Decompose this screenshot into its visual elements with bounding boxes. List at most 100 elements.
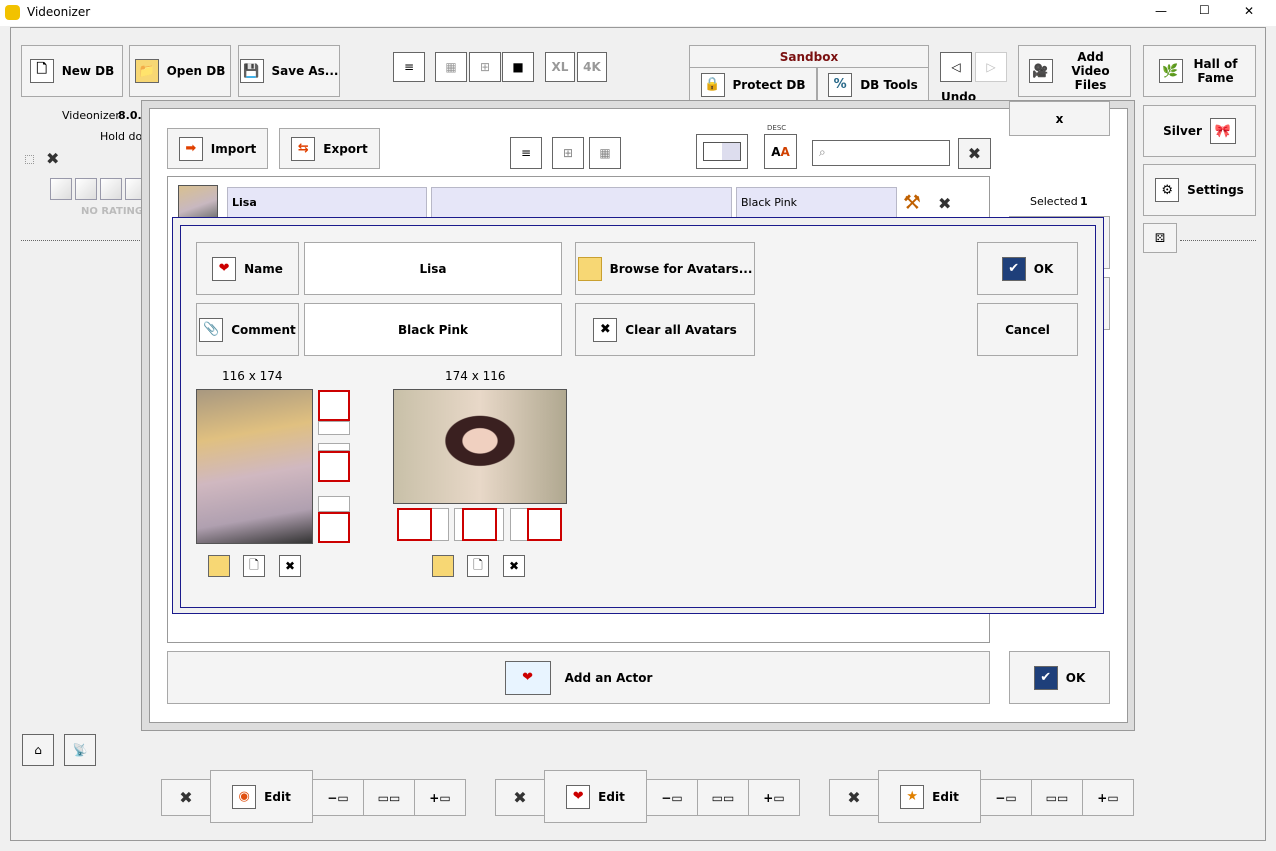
edit-button[interactable]: ★ Edit [878,770,981,823]
protect-db-button[interactable]: 🔒 Protect DB [689,67,817,102]
open-db-button[interactable]: 📁 Open DB [129,45,231,97]
search-input[interactable]: ⌕ [812,140,950,166]
clear-icon[interactable]: ✖ [46,149,59,168]
export-arrow-icon: ⇆ [291,136,316,161]
cancel-button[interactable]: Cancel [977,303,1078,356]
minimize-button[interactable]: — [1155,4,1167,18]
clear-button[interactable]: ✖ [829,779,879,816]
browse-avatars-button[interactable]: Browse for Avatars... [575,242,755,295]
silver-button[interactable]: Silver 🎀 [1143,105,1256,157]
category-icon: ◉ [232,784,257,809]
new-file-icon: 🗋 [473,557,483,572]
split-toggle-button[interactable] [696,134,748,169]
sort-button[interactable]: AA [764,134,797,169]
folder-icon [577,256,602,281]
clear-avatars-button[interactable]: ✖ Clear all Avatars [575,303,755,356]
avatar-slot[interactable] [462,508,497,541]
name-button[interactable]: ❤ Name [196,242,299,295]
new-db-button[interactable]: 🗋 New DB [21,45,123,97]
grid-view-button[interactable]: ⊞ [552,137,584,169]
undo-button[interactable]: ◁ [940,52,972,82]
broadcast-button[interactable]: 📡 [64,734,96,766]
clear-search-button[interactable]: ✖ [958,138,991,169]
view-small-grid-button[interactable]: ▦ [435,52,467,82]
split-icon [703,142,741,161]
new-file-icon: 🗋 [249,557,259,572]
divider [21,240,146,241]
view-grid-button[interactable]: ⊞ [469,52,501,82]
zoom-in-button[interactable]: +▭ [748,779,800,816]
close-icon: ✖ [508,559,520,573]
maximize-button[interactable]: ☐ [1199,3,1210,17]
no-rating-label: NO RATING [81,206,144,217]
avatar-slot[interactable] [397,508,432,541]
close-icon: ✖ [179,788,193,807]
new-avatar-button[interactable]: 🗋 [243,555,265,577]
view-large-button[interactable]: ■ [502,52,534,82]
settings-button[interactable]: ⚙ Settings [1143,164,1256,216]
tag-icon: ★ [900,784,925,809]
load-avatar-button[interactable] [208,555,230,577]
list-view-button[interactable]: ≡ [510,137,542,169]
db-tools-button[interactable]: % DB Tools [817,67,929,102]
load-avatar-button[interactable] [432,555,454,577]
avatar-slot[interactable] [318,390,350,421]
comment-button[interactable]: 📎 Comment [196,303,299,356]
close-icon: ✖ [513,788,527,807]
checkbox[interactable] [25,155,34,164]
toggle-button[interactable]: ▭▭ [363,779,415,816]
remove-avatar-button[interactable]: ✖ [279,555,301,577]
actor-row[interactable]: Lisa Black Pink ⚒ ✖ [168,182,988,218]
close-icon: ✖ [593,317,618,342]
avatar-slot[interactable] [318,451,350,482]
avatar-slot[interactable] [318,512,350,543]
large-grid-view-button[interactable]: ▦ [589,137,621,169]
close-icon: ✖ [847,788,861,807]
avatar-slot[interactable] [318,496,350,512]
paperclip-icon: 📎 [199,317,224,342]
comment-field[interactable]: Black Pink [304,303,562,356]
import-button[interactable]: ➡ Import [167,128,268,169]
avatar-slot[interactable] [318,443,350,451]
remove-avatar-button[interactable]: ✖ [503,555,525,577]
view-4k-button[interactable]: 4K [577,52,607,82]
dialog-ok-button[interactable]: ✔ OK [1009,651,1110,704]
home-button[interactable]: ⌂ [22,734,54,766]
zoom-in-button[interactable]: +▭ [414,779,466,816]
edit-button[interactable]: ◉ Edit [210,770,313,823]
avatar-slot[interactable] [527,508,562,541]
toggle-button[interactable]: ▭▭ [1031,779,1083,816]
zoom-out-button[interactable]: −▭ [980,779,1032,816]
edit-button[interactable]: ❤ Edit [544,770,647,823]
avatar-portrait[interactable] [196,389,313,544]
avatar-landscape[interactable] [393,389,567,504]
tools-icon[interactable]: ⚒ [903,190,921,214]
rating-stars[interactable] [50,178,147,200]
toggle-button[interactable]: ▭▭ [697,779,749,816]
clear-button[interactable]: ✖ [161,779,211,816]
delete-icon[interactable]: ✖ [938,194,951,213]
avatar-slot[interactable] [318,421,350,435]
dialog-close-button[interactable]: x [1009,101,1110,136]
new-avatar-button[interactable]: 🗋 [467,555,489,577]
clear-button[interactable]: ✖ [495,779,545,816]
ok-button[interactable]: ✔ OK [977,242,1078,295]
new-file-icon: 🗋 [29,59,54,83]
avatar-size-label: 116 x 174 [222,369,283,383]
view-xl-button[interactable]: XL [545,52,575,82]
redo-button[interactable]: ▷ [975,52,1007,82]
zoom-in-button[interactable]: +▭ [1082,779,1134,816]
close-icon: ✖ [284,559,296,573]
close-window-button[interactable]: ✕ [1244,4,1254,18]
add-video-files-button[interactable]: 🎥 Add Video Files [1018,45,1131,97]
zoom-out-button[interactable]: −▭ [646,779,698,816]
hall-of-fame-button[interactable]: 🌿 Hall of Fame [1143,45,1256,97]
export-button[interactable]: ⇆ Export [279,128,380,169]
actor-comment-cell: Black Pink [736,187,897,218]
add-actor-button[interactable]: ❤ Add an Actor [167,651,990,704]
random-dice-button[interactable]: ⚄ [1143,223,1177,253]
zoom-out-button[interactable]: −▭ [312,779,364,816]
name-field[interactable]: Lisa [304,242,562,295]
save-as-button[interactable]: 💾 Save As... [238,45,340,97]
view-list-button[interactable]: ≡ [393,52,425,82]
